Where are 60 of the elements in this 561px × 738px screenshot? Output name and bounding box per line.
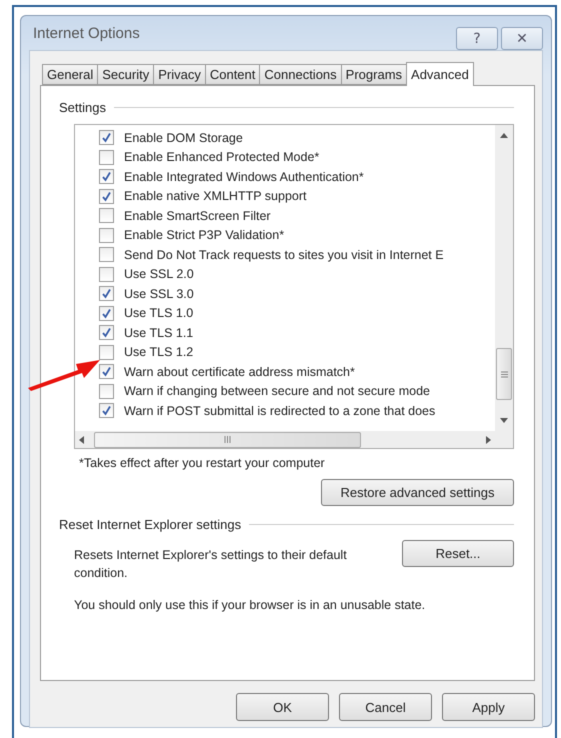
checkbox[interactable] xyxy=(99,150,114,165)
setting-label: Use TLS 1.0 xyxy=(124,306,194,320)
checkbox[interactable] xyxy=(99,188,114,204)
scrollbar-thumb[interactable] xyxy=(496,348,512,400)
checkbox[interactable] xyxy=(99,286,114,302)
setting-label: Enable Enhanced Protected Mode* xyxy=(124,150,320,164)
checkbox[interactable] xyxy=(99,169,114,184)
scroll-right-icon[interactable] xyxy=(486,436,491,444)
tab[interactable]: Privacy xyxy=(153,64,206,85)
group-heading: Reset Internet Explorer settings xyxy=(59,517,242,532)
setting-label: Enable native XMLHTTP support xyxy=(124,189,307,204)
tab[interactable]: Content xyxy=(204,64,260,85)
help-button[interactable]: ? xyxy=(456,27,498,50)
grip-icon xyxy=(500,370,508,378)
setting-label: Warn about certificate address mismatch* xyxy=(124,364,355,379)
setting-label: Enable SmartScreen Filter xyxy=(124,208,271,223)
group-heading: Settings xyxy=(59,100,106,115)
checkbox[interactable] xyxy=(99,306,114,321)
checkbox[interactable] xyxy=(99,228,114,243)
window-title: Internet Options xyxy=(33,24,140,42)
setting-label: Warn if POST submittal is redirected to a zone that does xyxy=(124,404,436,418)
checkbox[interactable] xyxy=(99,130,114,146)
tab[interactable]: General xyxy=(42,64,98,85)
tab[interactable]: Programs xyxy=(340,64,408,85)
scroll-up-icon[interactable] xyxy=(500,133,508,138)
setting-label: Use SSL 3.0 xyxy=(124,286,194,301)
grip-icon xyxy=(224,436,231,443)
close-button[interactable]: ✕ xyxy=(501,27,543,50)
dialog-button[interactable]: Cancel xyxy=(339,693,432,721)
setting-label: Warn if changing between secure and not secure mode xyxy=(124,384,430,398)
scroll-left-icon[interactable] xyxy=(79,436,84,444)
setting-label: Enable DOM Storage xyxy=(124,130,243,145)
scrollbar-thumb[interactable] xyxy=(94,432,361,448)
scroll-down-icon[interactable] xyxy=(500,418,508,423)
reset-button[interactable]: Reset... xyxy=(402,540,514,567)
setting-label: Enable Strict P3P Validation* xyxy=(124,228,284,242)
restart-note: *Takes effect after you restart your computer xyxy=(79,456,326,470)
setting-label: Enable Integrated Windows Authentication* xyxy=(124,170,364,184)
dialog-button[interactable]: OK xyxy=(236,693,329,721)
reset-description: Resets Internet Explorer's settings to their default condition. xyxy=(74,547,348,582)
restore-advanced-settings-button[interactable]: Restore advanced settings xyxy=(321,479,514,506)
horizontal-scrollbar[interactable] xyxy=(75,431,495,448)
checkbox[interactable] xyxy=(99,247,114,262)
checkbox[interactable] xyxy=(99,325,114,340)
checkbox[interactable] xyxy=(99,403,114,418)
setting-label: Send Do Not Track requests to sites you visit in Internet E xyxy=(124,248,444,262)
checkbox[interactable] xyxy=(99,344,114,360)
vertical-scrollbar[interactable] xyxy=(495,125,513,448)
setting-label: Use SSL 2.0 xyxy=(124,267,194,282)
tab[interactable]: Security xyxy=(97,64,154,85)
checkbox[interactable] xyxy=(99,364,114,380)
checkbox[interactable] xyxy=(99,384,114,399)
tab[interactable]: Advanced xyxy=(406,62,474,86)
dialog-button[interactable]: Apply xyxy=(442,693,535,721)
reset-warning: You should only use this if your browser is in an unusable state. xyxy=(74,598,426,612)
setting-label: Use TLS 1.1 xyxy=(124,326,194,340)
setting-label: Use TLS 1.2 xyxy=(124,345,194,360)
checkbox[interactable] xyxy=(99,266,114,282)
checkbox[interactable] xyxy=(99,208,114,224)
tab[interactable]: Connections xyxy=(259,64,342,85)
